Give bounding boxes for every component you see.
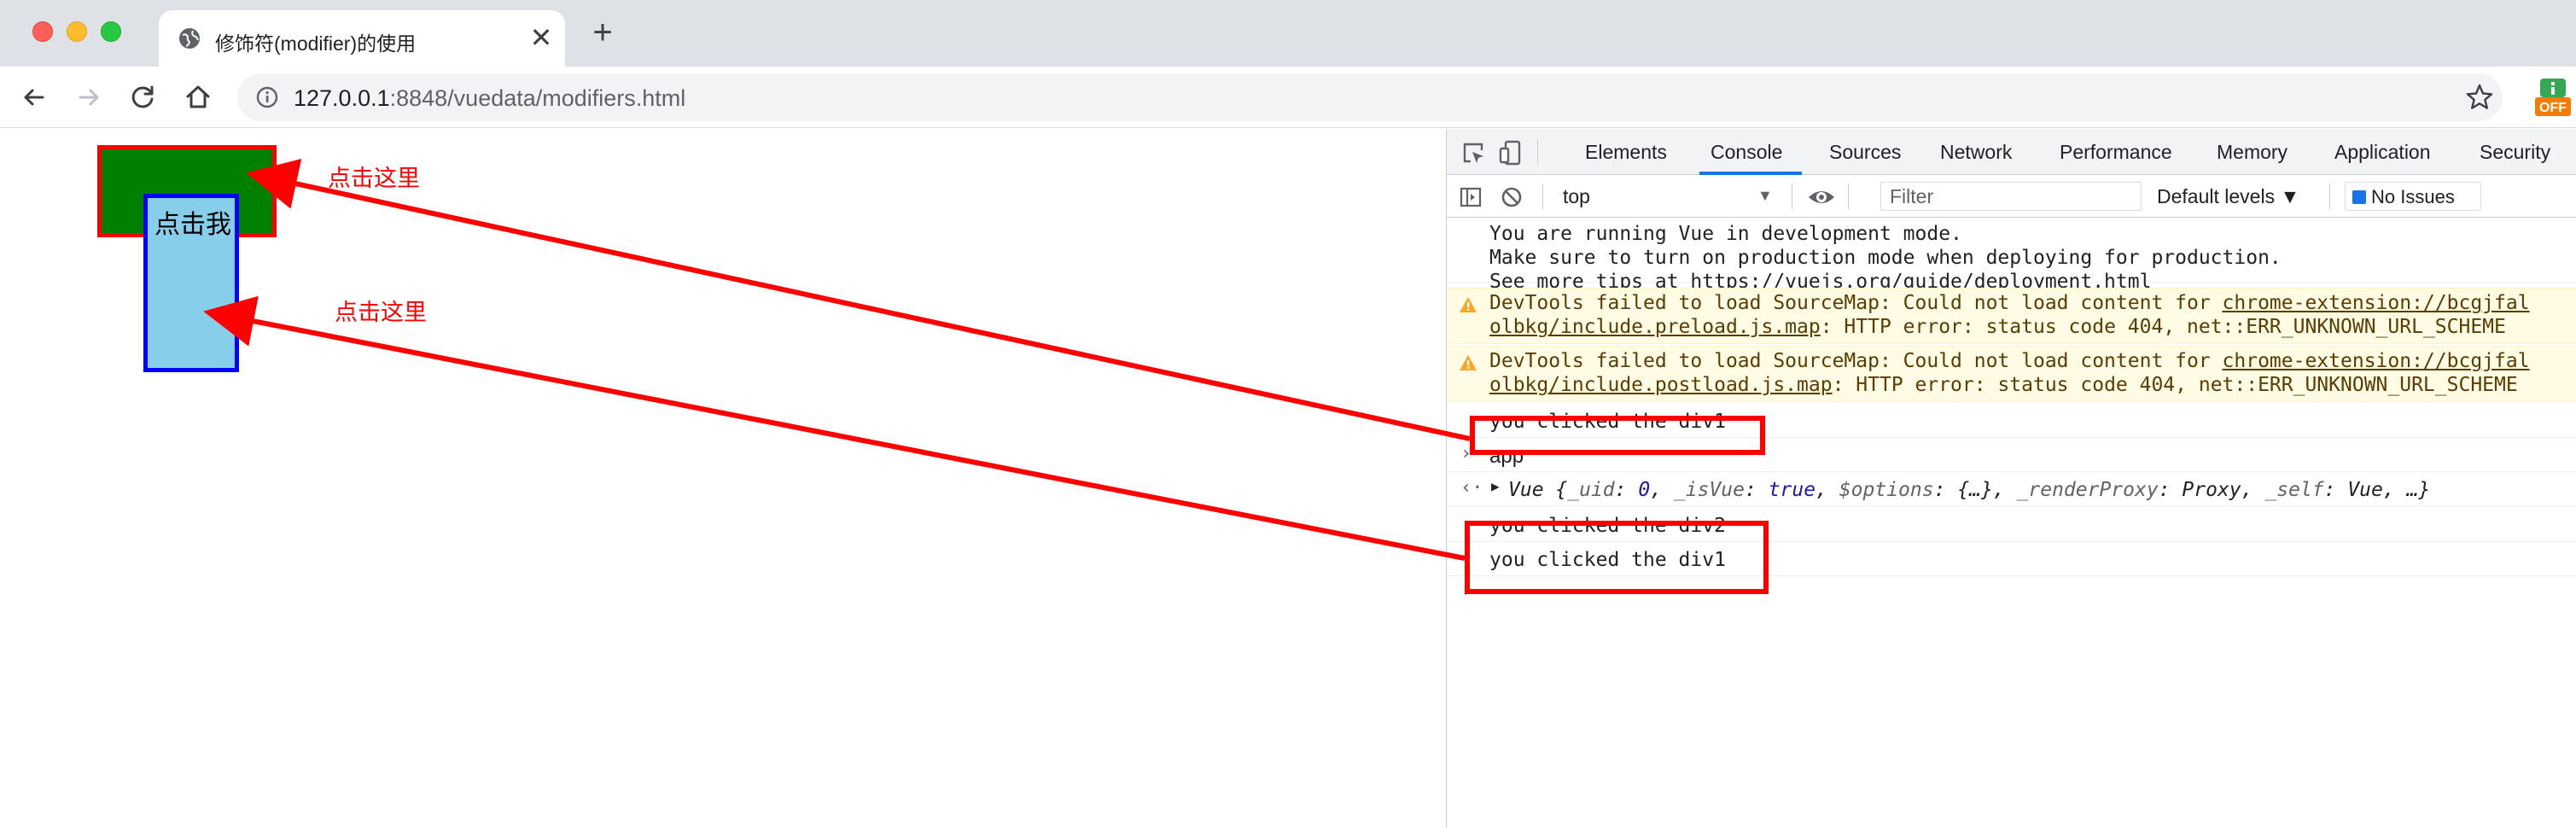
tab-application[interactable]: Application	[2334, 141, 2431, 164]
expand-triangle-icon[interactable]: ▶	[1491, 478, 1500, 494]
log-levels-select[interactable]: Default levels ▼	[2157, 185, 2299, 208]
console-message-warning: DevTools failed to load SourceMap: Could…	[1447, 346, 2576, 402]
browser-tab[interactable]: 修饰符(modifier)的使用 ✕	[159, 10, 565, 67]
console-result[interactable]: ‹· ▶ Vue {_uid: 0, _isVue: true, $option…	[1447, 472, 2576, 506]
console-text: Make sure to turn on production mode whe…	[1489, 247, 2282, 269]
devtools-panel: Elements Console Sources Network Perform…	[1446, 129, 2576, 828]
bookmark-star-icon[interactable]	[2465, 83, 2494, 112]
toolbar-separator	[1537, 139, 1538, 165]
issues-label: No Issues	[2371, 186, 2455, 207]
tab-title: 修饰符(modifier)的使用	[215, 32, 417, 55]
console-text: DevTools failed to load SourceMap: Could…	[1489, 292, 2530, 314]
tab-elements[interactable]: Elements	[1585, 141, 1667, 164]
inspect-element-icon[interactable]	[1460, 140, 1486, 166]
tab-sources[interactable]: Sources	[1829, 141, 1901, 164]
url-text[interactable]: 127.0.0.1:8848/vuedata/modifiers.html	[294, 85, 685, 112]
devtools-tab-bar: Elements Console Sources Network Perform…	[1447, 129, 2576, 175]
extension-badge: OFF	[2539, 101, 2567, 115]
console-text: olbkg/include.postload.js.map: HTTP erro…	[1489, 374, 2518, 396]
device-toolbar-icon[interactable]	[1498, 140, 1524, 166]
reload-icon[interactable]	[126, 80, 160, 114]
highlight-box-1	[1470, 416, 1765, 455]
caret-down-icon: ▼	[1757, 187, 1773, 204]
issues-button[interactable]: No Issues	[2345, 182, 2481, 211]
console-text: You are running Vue in development mode.	[1489, 223, 1962, 245]
result-arrow-icon: ‹·	[1460, 477, 1483, 499]
sidebar-toggle-icon[interactable]	[1459, 185, 1483, 209]
annotation-label-1: 点击这里	[328, 166, 420, 191]
warning-icon	[1460, 297, 1477, 312]
tab-memory[interactable]: Memory	[2217, 141, 2288, 164]
window-minimize-button[interactable]	[67, 21, 87, 42]
toolbar-separator	[2329, 184, 2330, 209]
address-bar[interactable]: 127.0.0.1:8848/vuedata/modifiers.html	[237, 73, 2503, 121]
inner-div-label: 点击我	[154, 211, 231, 239]
issues-icon	[2352, 190, 2366, 204]
console-link[interactable]: chrome-extension://bcgjfal	[2223, 350, 2530, 372]
window-close-button[interactable]	[32, 21, 53, 42]
console-filter-bar: top ▼ Default levels ▼ No Issues	[1447, 175, 2576, 218]
page-viewport: 点击我 点击这里 点击这里	[0, 129, 1446, 828]
console-link[interactable]: olbkg/include.preload.js.map	[1489, 316, 1821, 338]
filter-input[interactable]	[1880, 182, 2142, 211]
extension-icon[interactable]: OFF	[2533, 77, 2573, 118]
vue-object-preview: Vue {_uid: 0, _isVue: true, $options: {……	[1508, 479, 2431, 501]
inner-div[interactable]: 点击我	[143, 194, 239, 372]
home-icon[interactable]	[181, 80, 215, 114]
console-message-warning: DevTools failed to load SourceMap: Could…	[1447, 288, 2576, 344]
window-maximize-button[interactable]	[101, 21, 121, 42]
annotation-label-2: 点击这里	[335, 300, 427, 325]
tab-security[interactable]: Security	[2480, 141, 2550, 164]
context-select[interactable]: top ▼	[1558, 184, 1781, 209]
console-text: olbkg/include.preload.js.map: HTTP error…	[1489, 316, 2506, 338]
info-icon[interactable]	[256, 86, 278, 108]
browser-toolbar: 127.0.0.1:8848/vuedata/modifiers.html OF…	[0, 67, 2576, 128]
globe-icon	[179, 28, 200, 49]
tab-performance[interactable]: Performance	[2060, 141, 2172, 164]
new-tab-button[interactable]: +	[587, 15, 618, 50]
forward-arrow-icon[interactable]	[72, 80, 106, 114]
tab-network[interactable]: Network	[1940, 141, 2012, 164]
clear-console-icon[interactable]	[1500, 185, 1524, 209]
tab-strip: 修饰符(modifier)的使用 ✕ +	[0, 0, 2576, 67]
console-link[interactable]: chrome-extension://bcgjfal	[2223, 292, 2530, 314]
back-arrow-icon[interactable]	[17, 80, 51, 114]
highlight-box-2	[1465, 521, 1769, 594]
url-host: 127.0.0.1	[294, 85, 390, 111]
toolbar-separator	[1542, 184, 1543, 209]
console-link[interactable]: olbkg/include.postload.js.map	[1489, 374, 1833, 396]
warning-icon	[1460, 355, 1477, 370]
console-text: DevTools failed to load SourceMap: Could…	[1489, 350, 2530, 372]
tab-console[interactable]: Console	[1711, 141, 1782, 164]
tab-close-icon[interactable]: ✕	[526, 22, 557, 53]
url-path: :8848/vuedata/modifiers.html	[389, 85, 686, 111]
eye-icon[interactable]	[1807, 185, 1836, 209]
context-value: top	[1563, 185, 1590, 207]
console-message-info: You are running Vue in development mode.…	[1447, 218, 2576, 293]
toolbar-separator	[1848, 184, 1849, 209]
